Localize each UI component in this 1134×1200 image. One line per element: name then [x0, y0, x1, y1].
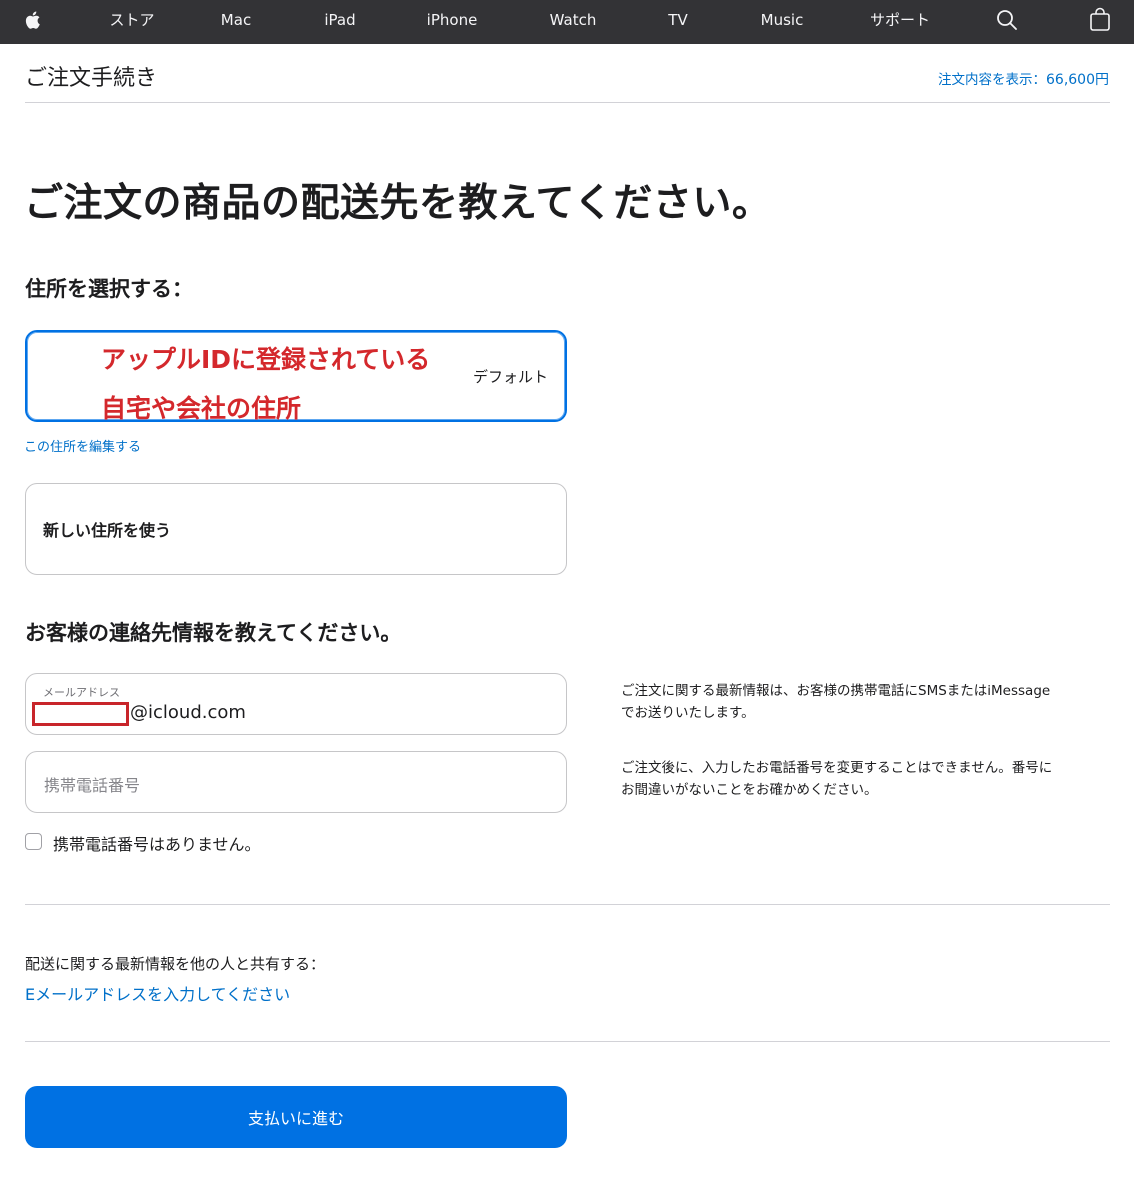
no-phone-checkbox-label: 携帯電話番号はありません。	[53, 835, 261, 854]
shipping-heading: ご注文の商品の配送先を教えてください。	[24, 181, 772, 226]
nav-item-ipad[interactable]: iPad	[324, 0, 355, 44]
nav-item-watch[interactable]: Watch	[550, 0, 597, 44]
share-email-link[interactable]: Eメールアドレスを入力してください	[25, 981, 290, 1005]
phone-field-placeholder: 携帯電話番号	[44, 776, 141, 795]
global-nav: ストア Mac iPad iPhone Watch TV Music サポート	[0, 0, 1134, 44]
shopping-bag-icon[interactable]	[1086, 6, 1114, 34]
phone-change-notice: ご注文後に、入力したお電話番号を変更することはできません。番号にお間違いがないこ…	[621, 760, 1053, 798]
new-address-card[interactable]: 新しい住所を使う	[25, 483, 567, 575]
order-summary-link[interactable]: 注文内容を表示：66,600円	[938, 68, 1109, 89]
nav-item-music[interactable]: Music	[761, 0, 804, 44]
nav-item-iphone[interactable]: iPhone	[427, 0, 478, 44]
share-updates-label: 配送に関する最新情報を他の人と共有する：	[25, 955, 326, 973]
nav-item-mac[interactable]: Mac	[221, 0, 251, 44]
email-field[interactable]: メールアドレス @icloud.com	[25, 673, 567, 735]
header-divider	[25, 102, 1110, 103]
address-select-heading: 住所を選択する：	[25, 277, 193, 301]
order-summary-label: 注文内容を表示：	[938, 72, 1046, 88]
contact-info-heading: お客様の連絡先情報を教えてください。	[25, 621, 402, 645]
search-icon[interactable]	[993, 6, 1021, 34]
edit-address-link[interactable]: この住所を編集する	[24, 436, 141, 455]
proceed-to-payment-button[interactable]: 支払いに進む	[25, 1086, 567, 1148]
page-title: ご注文手続き	[25, 66, 158, 91]
share-divider	[25, 1041, 1110, 1042]
contact-divider	[25, 904, 1110, 905]
default-badge: デフォルト	[472, 368, 548, 386]
redaction-box	[32, 702, 129, 726]
email-field-value: @icloud.com	[130, 702, 246, 723]
annotation-text-line1: アップルIDに登録されている	[101, 345, 431, 374]
nav-item-store[interactable]: ストア	[109, 0, 154, 44]
email-field-label: メールアドレス	[43, 686, 120, 699]
apple-logo-icon[interactable]	[19, 6, 47, 34]
nav-item-support[interactable]: サポート	[870, 0, 930, 44]
sms-notice: ご注文に関する最新情報は、お客様の携帯電話にSMSまたはiMessageでお送り…	[621, 683, 1051, 721]
no-phone-checkbox[interactable]	[25, 833, 42, 850]
default-address-card[interactable]: アップルIDに登録されている 自宅や会社の住所 デフォルト	[25, 330, 567, 423]
phone-field[interactable]: 携帯電話番号	[25, 751, 567, 813]
order-total: 66,600円	[1046, 72, 1109, 88]
nav-item-tv[interactable]: TV	[668, 0, 687, 44]
new-address-label: 新しい住所を使う	[43, 521, 172, 540]
annotation-text-line2: 自宅や会社の住所	[101, 394, 302, 423]
